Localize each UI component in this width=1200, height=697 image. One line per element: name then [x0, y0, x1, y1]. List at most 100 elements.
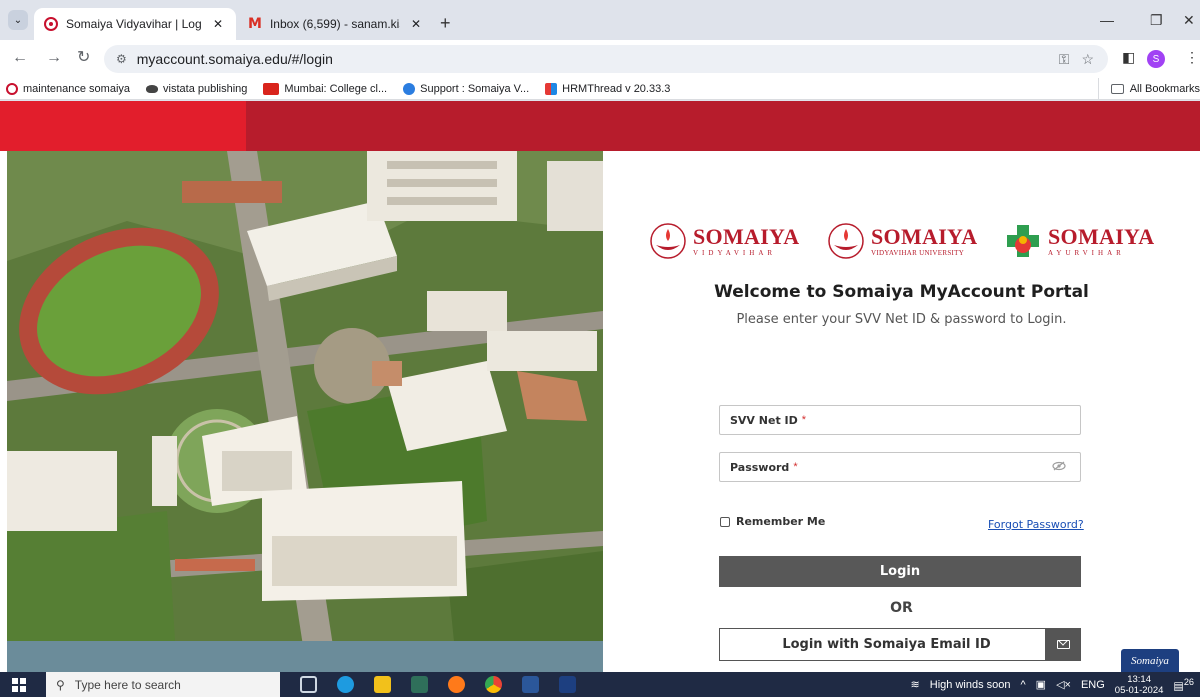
logo-word: SOMAIYA	[871, 223, 978, 249]
app-icon[interactable]	[411, 676, 428, 693]
minimize-icon[interactable]: —	[1100, 12, 1114, 28]
remember-me[interactable]: Remember Me	[720, 515, 825, 528]
bookmarks-bar: maintenance somaiya vistata publishing M…	[0, 78, 1200, 100]
system-tray: ≋ High winds soon ^ ▣ ◁× ENG 13:14 05-01…	[911, 672, 1194, 697]
search-icon: ⚲	[56, 677, 65, 692]
weather-text[interactable]: High winds soon	[930, 679, 1011, 691]
ayurvihar-cross-icon	[1007, 225, 1039, 257]
header-band	[0, 101, 1200, 151]
bookmark-hrmthread[interactable]: HRMThread v 20.33.3	[545, 82, 671, 95]
eye-icon	[146, 84, 159, 93]
bookmark-label: vistata publishing	[163, 82, 248, 95]
tab-close-icon[interactable]: ✕	[210, 17, 226, 31]
side-panel-icon[interactable]: ◧	[1122, 49, 1135, 66]
bookmark-label: Mumbai: College cl...	[284, 82, 388, 95]
tab-title: Inbox (6,599) - sanam.kishor@	[269, 17, 400, 31]
bookmark-maintenance-somaiya[interactable]: maintenance somaiya	[6, 82, 131, 95]
back-arrow-icon[interactable]: ←	[12, 50, 28, 66]
login-subtitle: Please enter your SVV Net ID & password …	[736, 312, 1067, 327]
password-field[interactable]: Password *	[719, 452, 1081, 482]
bookmark-mumbai-college[interactable]: Mumbai: College cl...	[263, 82, 388, 95]
somaiya-lamp-icon	[650, 223, 686, 259]
somaiya-app-icon[interactable]	[559, 676, 576, 693]
task-view-icon[interactable]	[300, 676, 317, 693]
remember-me-label: Remember Me	[736, 515, 826, 528]
notification-icon[interactable]: ▤26	[1173, 677, 1194, 693]
profile-avatar[interactable]: S	[1147, 50, 1165, 68]
site-info-icon[interactable]: ⚙	[116, 52, 127, 66]
logo-sub: VIDYAVIHAR	[693, 248, 777, 257]
weather-icon: ≋	[910, 679, 920, 691]
logo-word: SOMAIYA	[1048, 223, 1155, 249]
new-tab-icon[interactable]: +	[440, 14, 451, 32]
password-key-icon[interactable]: ⚿	[1059, 51, 1070, 68]
forgot-password-link[interactable]: Forgot Password?	[988, 518, 1084, 531]
somaiya-favicon-icon	[44, 17, 58, 31]
folder-icon	[1110, 84, 1124, 94]
taskbar-search[interactable]: ⚲ Type here to search	[46, 672, 280, 697]
taskbar-search-placeholder: Type here to search	[74, 677, 181, 692]
logos-row: SOMAIYA VIDYAVIHAR SOMAIYA VIDYAVIHAR UN…	[647, 219, 1157, 263]
bookmark-label: HRMThread v 20.33.3	[562, 82, 671, 95]
language-indicator[interactable]: ENG	[1081, 679, 1105, 691]
clock-date: 05-01-2024	[1114, 684, 1164, 696]
tab-gmail-inbox[interactable]: M Inbox (6,599) - sanam.kishor@ ✕	[238, 8, 434, 40]
network-icon[interactable]: ▣	[1036, 678, 1046, 691]
tab-search-chevron-icon[interactable]: ⌄	[8, 10, 28, 30]
forward-arrow-icon[interactable]: →	[46, 50, 62, 66]
address-bar[interactable]: ⚙ myaccount.somaiya.edu/#/login ⚿ ☆	[104, 45, 1108, 73]
login-panel: SOMAIYA VIDYAVIHAR SOMAIYA VIDYAVIHAR UN…	[603, 151, 1200, 672]
tray-chevron-icon[interactable]: ^	[1020, 679, 1025, 691]
login-button[interactable]: Login	[719, 556, 1081, 587]
hide-password-eye-icon[interactable]	[1052, 461, 1066, 474]
toi-icon	[263, 82, 280, 95]
bookmark-label: Support : Somaiya V...	[420, 82, 530, 95]
notification-count: 26	[1183, 676, 1194, 687]
menu-kebab-icon[interactable]: ⋮	[1185, 49, 1199, 66]
clock[interactable]: 13:14 05-01-2024	[1115, 674, 1164, 696]
word-icon[interactable]	[522, 676, 539, 693]
logo-sub: VIDYAVIHAR UNIVERSITY	[871, 248, 965, 257]
bookmark-vistata-publishing[interactable]: vistata publishing	[146, 83, 247, 95]
url-text: myaccount.somaiya.edu/#/login	[136, 51, 333, 67]
window-close-icon[interactable]: ✕	[1183, 12, 1195, 29]
login-with-email-label: Login with Somaiya Email ID	[782, 637, 991, 652]
chrome-icon[interactable]	[485, 676, 502, 693]
mail-icon-box	[1045, 628, 1081, 661]
remember-me-checkbox[interactable]	[720, 516, 730, 527]
tab-close-icon[interactable]: ✕	[408, 17, 424, 31]
or-divider: OR	[890, 600, 913, 616]
campus-aerial-image	[7, 151, 603, 672]
page-content: SOMAIYA VIDYAVIHAR SOMAIYA VIDYAVIHAR UN…	[0, 101, 1200, 672]
all-bookmarks[interactable]: All Bookmarks	[1097, 78, 1200, 100]
all-bookmarks-label: All Bookmarks	[1129, 83, 1200, 95]
firefox-icon[interactable]	[448, 676, 465, 693]
logo-word: SOMAIYA	[693, 223, 800, 249]
bookmark-star-icon[interactable]: ☆	[1081, 51, 1094, 68]
tab-somaiya-login[interactable]: Somaiya Vidyavihar | Login ✕	[34, 8, 236, 40]
file-explorer-icon[interactable]	[374, 676, 391, 693]
windows-start-icon[interactable]	[12, 678, 26, 692]
hrm-icon	[545, 82, 558, 95]
browser-toolbar: ← → ↻ ⚙ myaccount.somaiya.edu/#/login ⚿ …	[0, 40, 1200, 78]
gmail-favicon-icon: M	[248, 16, 262, 32]
login-with-email-button[interactable]: Login with Somaiya Email ID	[719, 628, 1081, 661]
reload-icon[interactable]: ↻	[77, 50, 90, 66]
edge-icon[interactable]	[337, 676, 354, 693]
browser-tab-strip: ⌄ Somaiya Vidyavihar | Login ✕ M Inbox (…	[0, 0, 1200, 40]
somaiya-corner-badge[interactable]: Somaiya	[1121, 649, 1179, 672]
bookmark-label: maintenance somaiya	[23, 82, 131, 95]
bookmark-support-somaiya[interactable]: Support : Somaiya V...	[403, 82, 530, 95]
tab-title: Somaiya Vidyavihar | Login	[66, 17, 202, 31]
clock-time: 13:14	[1127, 673, 1151, 685]
somaiya-lamp-icon	[828, 223, 864, 259]
header-red-block	[0, 101, 246, 151]
logo-somaiya-university: SOMAIYA VIDYAVIHAR UNIVERSITY	[825, 219, 977, 263]
logo-sub: AYURVIHAR	[1048, 248, 1125, 257]
logo-somaiya-ayurvihar: SOMAIYA AYURVIHAR	[1002, 219, 1154, 263]
netid-field[interactable]: SVV Net ID *	[719, 405, 1081, 435]
volume-icon[interactable]: ◁×	[1056, 678, 1071, 691]
welcome-heading: Welcome to Somaiya MyAccount Portal	[714, 282, 1089, 302]
somaiya-icon	[6, 82, 18, 95]
restore-icon[interactable]: ❐	[1150, 12, 1163, 29]
